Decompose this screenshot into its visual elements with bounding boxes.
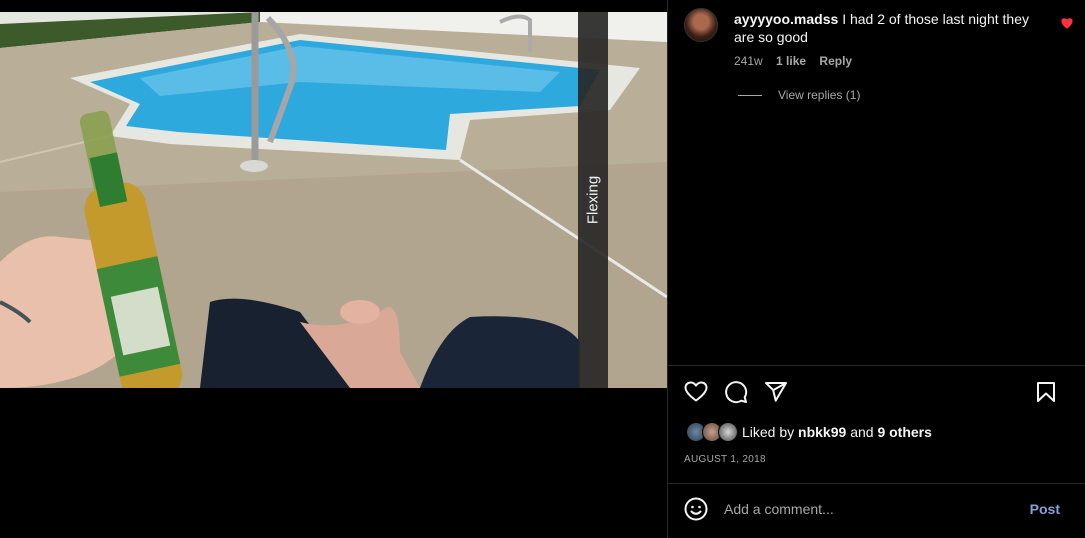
comment-icon[interactable] — [724, 380, 748, 404]
comment-username[interactable]: ayyyyoo.madss — [734, 11, 838, 27]
heart-icon[interactable] — [684, 380, 708, 404]
likes-connector: and — [850, 424, 874, 440]
reply-button[interactable]: Reply — [819, 54, 852, 68]
comment-body: ayyyyoo.madss I had 2 of those last nigh… — [734, 10, 1034, 46]
post-photo[interactable]: Flexing — [0, 12, 667, 388]
commenter-avatar[interactable] — [684, 8, 718, 42]
share-icon[interactable] — [764, 380, 788, 404]
actions-divider — [668, 365, 1085, 366]
post-viewer: Flexing ayyyyoo.madss I had 2 of those l… — [0, 0, 1085, 538]
action-bar — [684, 380, 1058, 404]
emoji-icon[interactable] — [684, 497, 708, 521]
likes-user-link[interactable]: nbkk99 — [798, 424, 846, 440]
view-replies-button[interactable]: View replies (1) — [738, 88, 860, 102]
liker-avatar — [718, 422, 738, 442]
likes-prefix: Liked by — [742, 424, 795, 440]
caption-overlay-text: Flexing — [584, 175, 602, 225]
view-replies-label: View replies (1) — [778, 88, 861, 102]
comment-input[interactable] — [724, 499, 1014, 519]
pool-photo — [0, 12, 667, 388]
bookmark-icon[interactable] — [1034, 380, 1058, 404]
replies-line — [738, 94, 762, 96]
comment-likes[interactable]: 1 like — [776, 54, 806, 68]
liked-heart-icon[interactable] — [1060, 16, 1074, 30]
comments-panel: ayyyyoo.madss I had 2 of those last nigh… — [668, 0, 1085, 538]
comment-box: Post — [684, 497, 1074, 523]
likes-others-link[interactable]: 9 others — [877, 424, 931, 440]
post-date[interactable]: AUGUST 1, 2018 — [684, 454, 766, 465]
comment-meta: 241w 1 like Reply — [734, 54, 862, 68]
post-button[interactable]: Post — [1030, 501, 1060, 517]
comment-time[interactable]: 241w — [734, 54, 763, 68]
likes-row: Liked by nbkk99 and 9 others — [686, 422, 932, 442]
comment-box-divider — [668, 483, 1085, 484]
likes-summary: Liked by nbkk99 and 9 others — [742, 424, 932, 440]
liker-avatars[interactable] — [686, 422, 738, 442]
